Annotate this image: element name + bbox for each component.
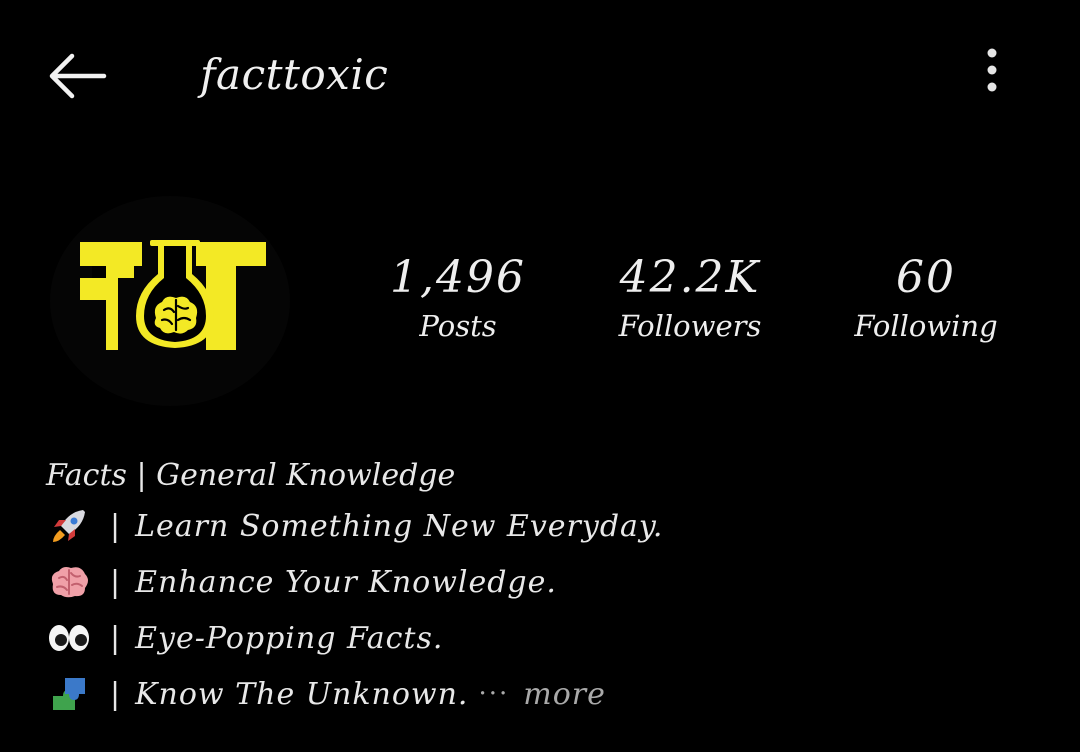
more-options-button[interactable] xyxy=(968,44,1016,96)
bio-separator: | xyxy=(110,508,122,544)
brain-icon xyxy=(46,562,92,602)
bio-ellipsis: ··· xyxy=(478,679,510,709)
bio-line: | Eye-Popping Facts. xyxy=(46,610,1046,666)
bio-line-text: Learn Something New Everyday. xyxy=(135,508,664,544)
puzzle-icon xyxy=(46,674,92,714)
vertical-dots-icon xyxy=(987,48,997,92)
stat-posts-label: Posts xyxy=(419,309,497,343)
profile-stats: 1,496 Posts 42.2K Followers 60 Following xyxy=(340,250,1040,360)
profile-avatar[interactable] xyxy=(50,196,290,406)
stat-posts-value: 1,496 xyxy=(390,252,526,303)
profile-bio: Facts | General Knowledge | Learn Someth… xyxy=(46,454,1046,722)
stat-following-label: Following xyxy=(854,309,998,343)
stat-followers[interactable]: 42.2K Followers xyxy=(580,250,800,346)
stat-followers-value: 42.2K xyxy=(619,252,761,303)
stat-following-value: 60 xyxy=(896,252,956,303)
bio-separator: | xyxy=(110,620,122,656)
bio-line: | Learn Something New Everyday. xyxy=(46,498,1046,554)
stat-followers-label: Followers xyxy=(618,309,762,343)
bio-line-text: Enhance Your Knowledge. xyxy=(135,564,557,600)
back-button[interactable] xyxy=(40,48,112,104)
bio-line-text: Know The Unknown. xyxy=(135,676,469,712)
bio-line: | Enhance Your Knowledge. xyxy=(46,554,1046,610)
eyes-icon xyxy=(46,618,92,658)
arrow-left-icon xyxy=(49,53,107,99)
bio-separator: | xyxy=(110,676,122,712)
bio-title: Facts | General Knowledge xyxy=(46,458,456,493)
stat-following[interactable]: 60 Following xyxy=(816,250,1036,346)
bio-line-text: Eye-Popping Facts. xyxy=(135,620,444,656)
rocket-icon xyxy=(46,506,92,546)
bio-line: | Know The Unknown. ··· more xyxy=(46,666,1046,722)
profile-username: facttoxic xyxy=(200,50,389,99)
flask-brain-logo xyxy=(80,240,266,350)
stat-posts[interactable]: 1,496 Posts xyxy=(348,250,568,346)
top-bar: facttoxic xyxy=(0,0,1080,150)
bio-separator: | xyxy=(110,564,122,600)
bio-more-link[interactable]: more xyxy=(523,677,606,712)
